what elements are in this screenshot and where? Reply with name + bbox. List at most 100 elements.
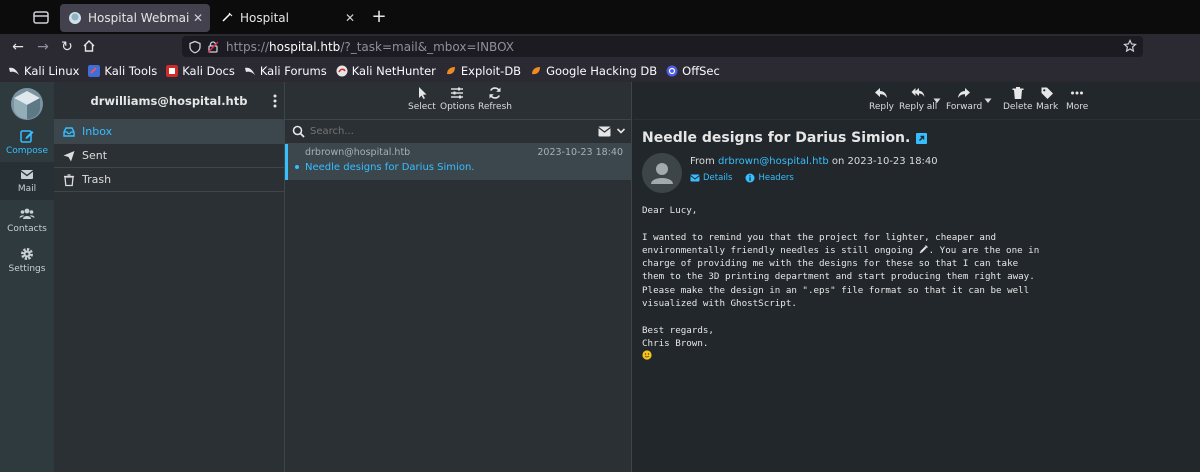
tab-title: Hospital Webmail :: Inbox [88,11,190,25]
bookmark-kali-forums[interactable]: Kali Forums [244,64,327,78]
contacts-icon [19,208,35,219]
message-list-pane: Select Options Refresh Search... drbrown… [285,82,632,472]
bookmark-star-icon[interactable] [1123,39,1137,53]
message-meta-links: Details Headers [690,173,794,183]
inbox-icon [63,126,75,137]
browser-nav-bar: ← → ↻ https://hospital.htb/?_task=mail&_… [0,34,1200,59]
mark-button[interactable]: Mark [1036,86,1058,112]
message-reader-pane: Reply Reply all Forward Delete Mark More… [633,82,1200,472]
envelope-icon [20,170,34,179]
refresh-icon [489,87,501,99]
reload-icon[interactable]: ↻ [57,37,77,57]
chevron-down-icon[interactable] [616,126,626,136]
headers-link[interactable]: Headers [758,173,793,183]
delete-button[interactable]: Delete [1003,86,1033,112]
nethunter-icon [336,65,348,76]
search-input[interactable] [310,126,570,137]
bookmark-kali-docs[interactable]: Kali Docs [166,64,235,78]
lock-icon[interactable] [206,40,220,54]
url-text: https://hospital.htb/?_task=mail&_mbox=I… [226,39,514,54]
reply-all-dropdown-icon[interactable] [933,98,941,104]
kebab-menu-icon[interactable] [272,93,278,109]
exploit-db-icon [446,66,455,74]
message-sender: drbrown@hospital.htb [305,147,411,158]
message-body: Dear Lucy, I wanted to remind you that t… [642,204,1039,364]
message-subject-heading: Needle designs for Darius Simion. [642,130,928,146]
info-icon [745,173,755,183]
bookmark-kali-nethunter[interactable]: Kali NetHunter [336,64,436,78]
folder-label: Sent [82,149,108,162]
refresh-button[interactable]: Refresh [478,86,512,112]
smiley-icon [642,350,652,360]
gear-icon [21,248,33,260]
bookmark-offsec[interactable]: OffSec [666,64,720,78]
sender-line: From drbrown@hospital.htb on 2023-10-23 … [690,156,938,167]
close-tab-icon[interactable]: ✕ [190,11,206,25]
tab-hospital-webmail[interactable]: Hospital Webmail :: Inbox ✕ [60,4,210,32]
bookmark-kali-linux[interactable]: Kali Linux [8,64,79,78]
send-icon [63,150,75,161]
sender-address-link[interactable]: drbrown@hospital.htb [718,156,829,167]
reply-all-icon [911,88,925,97]
task-rail: Compose Mail Contacts Settings [0,82,54,472]
account-name: drwilliams@hospital.htb [90,93,248,108]
search-icon[interactable] [292,125,305,138]
message-toolbar: Reply Reply all Forward Delete Mark More [633,82,1200,120]
message-list-item[interactable]: drbrown@hospital.htb 2023-10-23 18:40 Ne… [285,144,631,180]
list-toolbar: Select Options Refresh [285,82,631,120]
forward-icon[interactable]: → [33,37,53,57]
webmail-app: Compose Mail Contacts Settings drwilliam… [0,82,1200,472]
ghdb-icon [532,66,541,74]
hospital-favicon-icon [222,12,233,22]
tag-icon [1041,87,1054,99]
bookmark-kali-tools[interactable]: Kali Tools [88,64,157,78]
compose-button[interactable]: Compose [0,124,54,162]
bookmark-google-hacking-db[interactable]: Google Hacking DB [530,64,657,78]
account-header: drwilliams@hospital.htb [54,82,284,120]
tab-hospital[interactable]: Hospital ✕ [212,4,362,32]
trash-icon [1012,87,1024,99]
sidebar-toggle-icon[interactable] [32,9,50,25]
reply-icon [875,88,888,98]
settings-button[interactable]: Settings [0,242,54,280]
reply-all-button[interactable]: Reply all [899,86,937,112]
forward-icon [958,88,971,98]
folder-sent[interactable]: Sent [54,144,284,168]
home-icon[interactable] [82,39,96,53]
offsec-icon [666,65,678,76]
mail-button[interactable]: Mail [0,162,54,200]
tab-title: Hospital [240,11,289,25]
browser-tab-bar: Hospital Webmail :: Inbox ✕ Hospital ✕ + [0,0,1200,34]
more-dots-icon [1071,91,1084,95]
bookmarks-toolbar: Kali Linux Kali Tools Kali Docs Kali For… [0,59,1200,82]
details-link[interactable]: Details [703,173,732,183]
search-bar [285,120,631,144]
url-bar[interactable]: https://hospital.htb/?_task=mail&_mbox=I… [182,36,1143,57]
more-button[interactable]: More [1066,86,1088,112]
close-tab-icon[interactable]: ✕ [342,11,358,25]
envelope-icon [690,174,700,182]
folder-label: Inbox [82,125,113,138]
kali-tools-icon [88,64,101,77]
message-date: 2023-10-23 18:40 [537,147,623,158]
roundcube-favicon-icon [69,12,81,24]
envelope-icon[interactable] [598,126,611,137]
folder-trash[interactable]: Trash [54,168,284,192]
shield-icon[interactable] [188,40,202,54]
contacts-button[interactable]: Contacts [0,202,54,240]
new-tab-button[interactable]: + [370,7,388,27]
open-external-icon[interactable] [916,132,928,144]
options-button[interactable]: Options [440,86,475,112]
folder-inbox[interactable]: Inbox [54,120,284,144]
message-subject: Needle designs for Darius Simion. [305,162,475,173]
forward-dropdown-icon[interactable] [984,98,992,104]
kali-docs-icon [166,64,179,77]
reply-button[interactable]: Reply [869,86,894,112]
bookmark-exploit-db[interactable]: Exploit-DB [445,64,521,78]
roundcube-logo[interactable] [8,84,46,122]
select-button[interactable]: Select [408,86,436,112]
back-icon[interactable]: ← [8,37,28,57]
forward-button[interactable]: Forward [946,86,982,112]
compose-icon [20,130,34,143]
kali-dragon-icon [9,67,19,75]
